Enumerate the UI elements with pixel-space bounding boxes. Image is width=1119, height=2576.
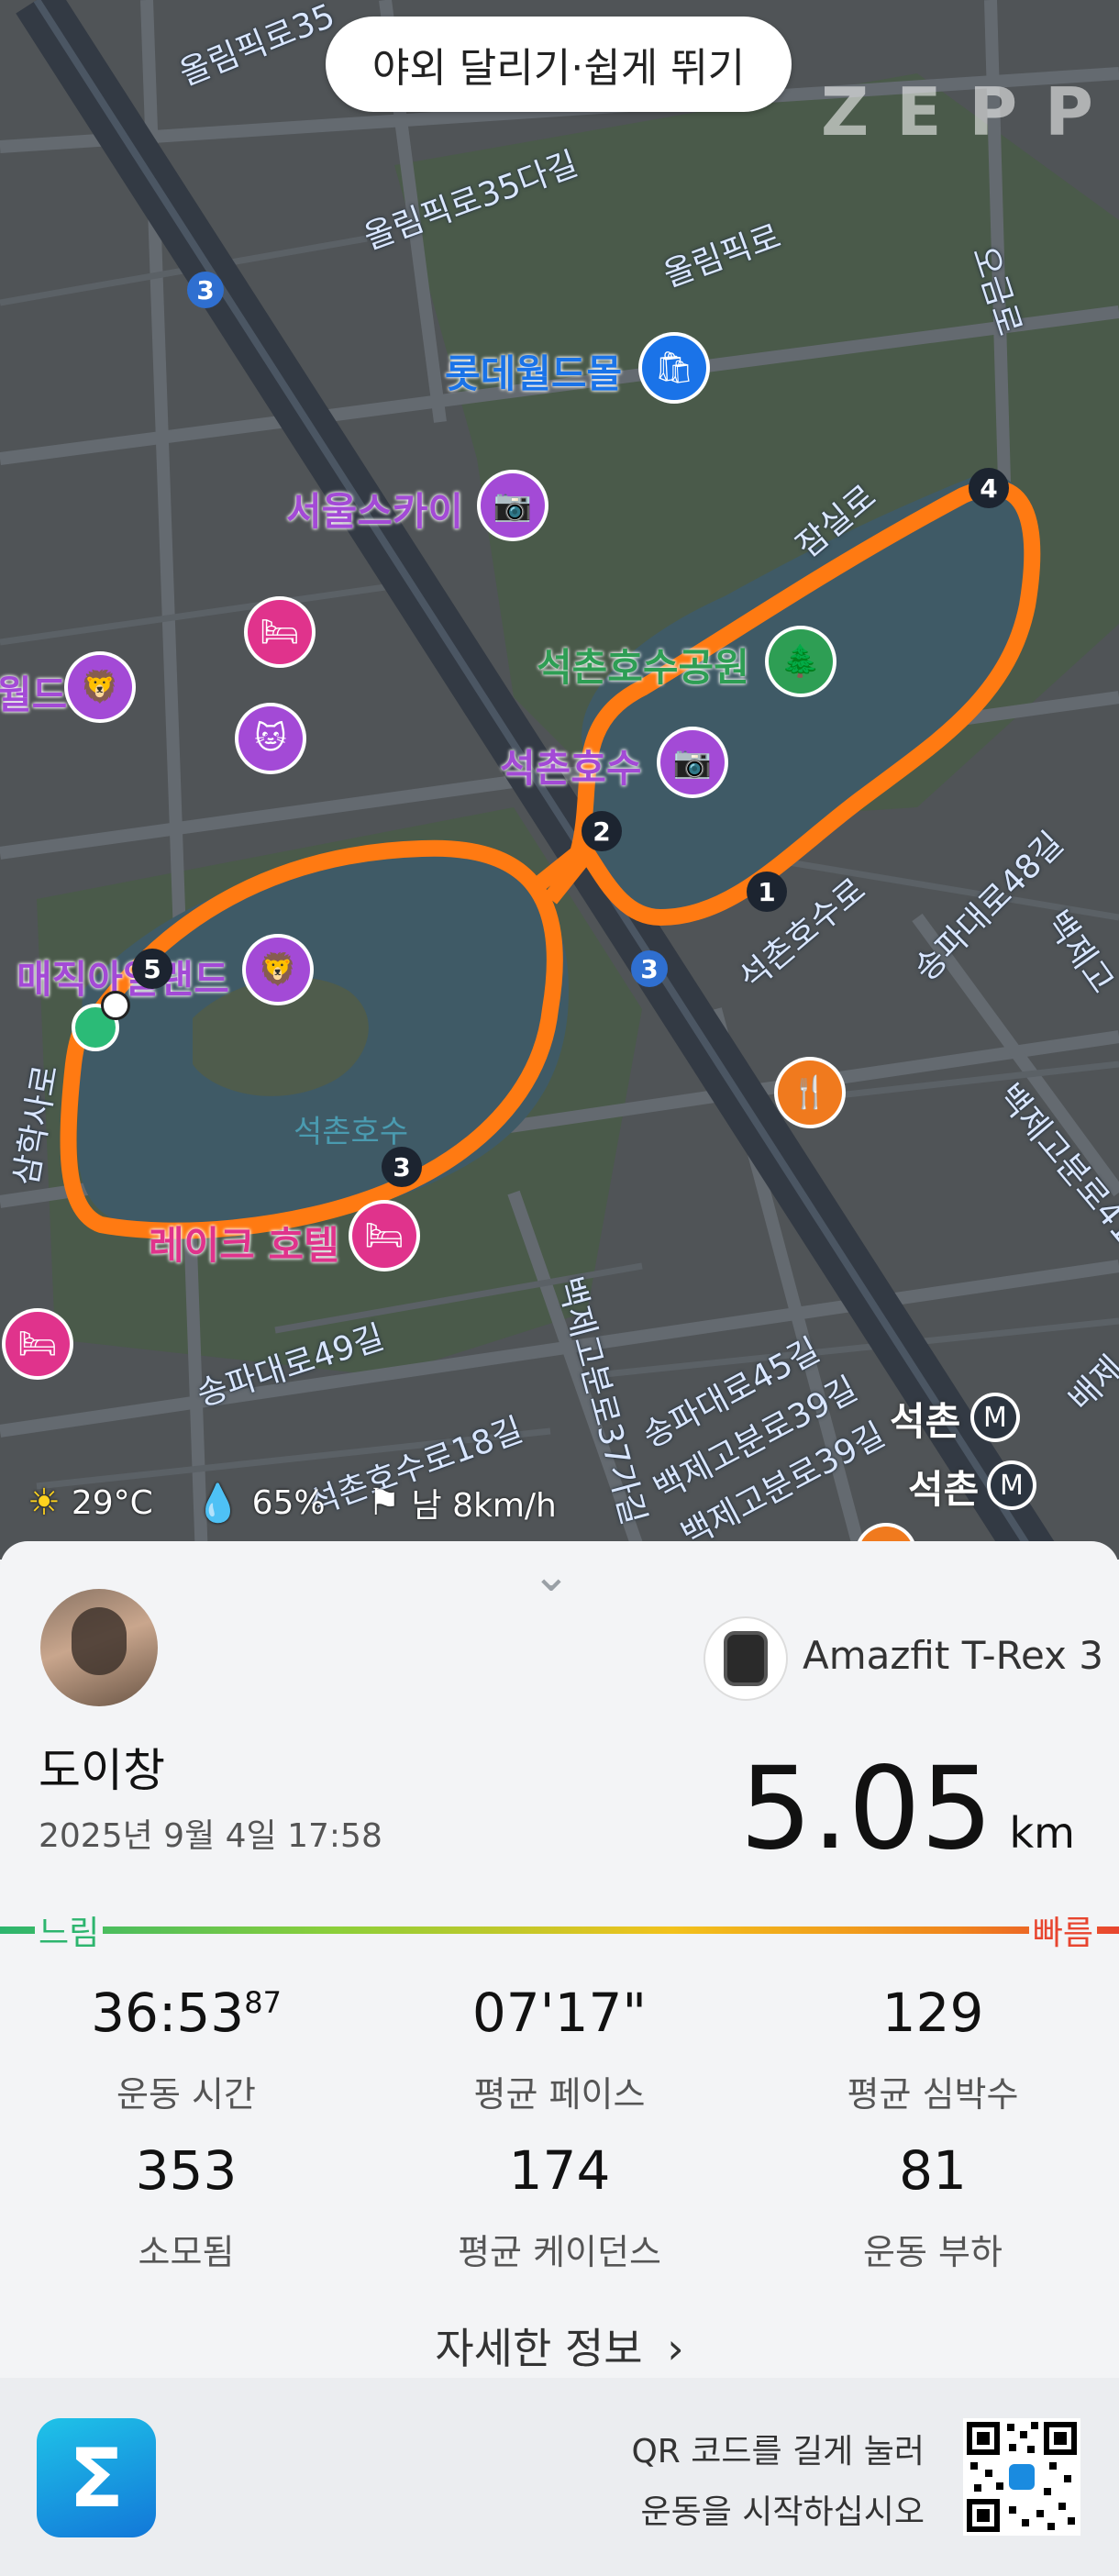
subway-icon[interactable]: M	[974, 1396, 1016, 1438]
subway-icon[interactable]: M	[991, 1464, 1033, 1506]
wind: 남 8km/h	[411, 1487, 557, 1525]
road-badge: 3	[187, 272, 224, 308]
poi-label-seokchon[interactable]: 석촌	[908, 1459, 979, 1515]
user-name: 도이창	[39, 1744, 165, 1797]
stat-value: 81	[899, 2139, 967, 2202]
pace-gradient-bar	[0, 1926, 1119, 1934]
shopping-icon[interactable]: 🛍	[642, 336, 706, 400]
qr-instructions: QR 코드를 길게 눌러 운동을 시작하십시오	[631, 2422, 925, 2543]
stat-calories: 353 소모됨	[0, 2139, 372, 2274]
route-marker-4: 4	[969, 468, 1009, 508]
qr-code[interactable]	[963, 2418, 1080, 2536]
stat-label: 운동 시간	[116, 2074, 256, 2115]
distance-unit: km	[1009, 1808, 1075, 1858]
camera-icon[interactable]: 📷	[660, 730, 725, 794]
stat-value: 07'17"	[471, 1982, 648, 2044]
wind-icon: ⚑	[367, 1482, 401, 1524]
route-marker-1: 1	[747, 872, 787, 912]
route-marker-3: 3	[382, 1147, 422, 1187]
stat-label: 평균 페이스	[473, 2074, 646, 2115]
distance: 5.05 km	[739, 1743, 1075, 1875]
hotel-icon[interactable]: 🛏	[6, 1312, 70, 1376]
more-details-label: 자세한 정보	[435, 2324, 643, 2373]
workout-date: 2025년 9월 4일 17:58	[39, 1817, 382, 1855]
route-marker-2: 2	[582, 811, 622, 851]
attraction-icon[interactable]: 🦁	[68, 655, 132, 719]
attraction-icon[interactable]: 🦁	[246, 938, 310, 1002]
stat-avg-cadence: 174 평균 케이던스	[373, 2139, 746, 2274]
stat-label: 평균 케이던스	[458, 2232, 661, 2272]
poi-label-seoul-sky[interactable]: 서울스카이	[286, 481, 463, 537]
qr-line-1: QR 코드를 길게 눌러	[631, 2433, 925, 2471]
poi-label-lotte-mall[interactable]: 롯데월드몰	[445, 343, 622, 399]
device-name: Amazfit T-Rex 3	[803, 1633, 1103, 1678]
stat-value: 36:53	[91, 1982, 245, 2044]
stat-label: 평균 심박수	[847, 2074, 1019, 2115]
poi-label-seokchon[interactable]: 석촌	[890, 1391, 960, 1447]
tree-icon[interactable]: 🌲	[769, 629, 833, 694]
poi-label-lake-small: 석촌호수	[294, 1114, 409, 1150]
sun-icon: ☀	[28, 1482, 61, 1524]
qr-line-2: 운동을 시작하십시오	[640, 2493, 925, 2531]
slow-label: 느림	[35, 1906, 104, 1954]
humidity: 65%	[251, 1483, 326, 1522]
poi-label-lake[interactable]: 석촌호수	[500, 738, 642, 794]
zepp-watermark: ZEPP	[821, 73, 1119, 150]
zepp-logo: Σ	[37, 2418, 156, 2537]
humidity-icon: 💧	[194, 1482, 241, 1525]
route-map[interactable]: 야외 달리기·쉽게 뛰기 ZEPP 올림픽로35 올림픽로35다길 올림픽로 오…	[0, 0, 1119, 1560]
chevron-down-icon[interactable]: ⌄	[532, 1549, 571, 1602]
chevron-right-icon: ›	[667, 2324, 684, 2373]
hotel-icon[interactable]: 🛏	[248, 600, 312, 664]
fast-label: 빠름	[1028, 1906, 1097, 1954]
finish-flag-icon	[101, 991, 130, 1020]
stat-avg-pace: 07'17" 평균 페이스	[373, 1982, 746, 2116]
stat-value: 353	[135, 2139, 238, 2202]
stat-training-load: 81 운동 부하	[747, 2139, 1119, 2274]
temperature: 29°C	[71, 1483, 153, 1522]
stat-avg-heart-rate: 129 평균 심박수	[747, 1982, 1119, 2116]
activity-title-pill: 야외 달리기·쉽게 뛰기	[326, 17, 792, 112]
activity-title: 야외 달리기·쉽게 뛰기	[371, 45, 746, 92]
stat-value: 129	[881, 1982, 984, 2044]
poi-label-lake-hotel[interactable]: 레이크 호텔	[149, 1215, 339, 1271]
stat-label: 운동 부하	[863, 2232, 1003, 2272]
stat-value-hundredths: 87	[244, 1985, 282, 2020]
road-badge: 3	[631, 950, 668, 987]
camera-icon[interactable]: 📷	[481, 473, 545, 538]
avatar[interactable]	[40, 1589, 158, 1706]
poi-label-world[interactable]: 월드	[0, 664, 67, 720]
stat-value: 174	[508, 2139, 611, 2202]
hotel-icon[interactable]: 🛏	[352, 1204, 416, 1268]
watch-icon	[704, 1616, 788, 1701]
poi-label-lake-park[interactable]: 석촌호수공원	[537, 637, 749, 693]
distance-value: 5.05	[739, 1743, 993, 1875]
restaurant-icon[interactable]: 🍴	[778, 1060, 842, 1125]
route-marker-5: 5	[132, 949, 172, 989]
stat-duration: 36:5387 운동 시간	[0, 1982, 372, 2116]
more-details-link[interactable]: 자세한 정보 ›	[0, 2315, 1119, 2376]
weather-bar: ☀ 29°C 💧 65% ⚑ 남 8km/h	[28, 1479, 557, 1527]
share-footer	[0, 2378, 1119, 2576]
attraction-icon[interactable]: 🐱	[238, 706, 303, 771]
stat-label: 소모됨	[138, 2232, 235, 2272]
